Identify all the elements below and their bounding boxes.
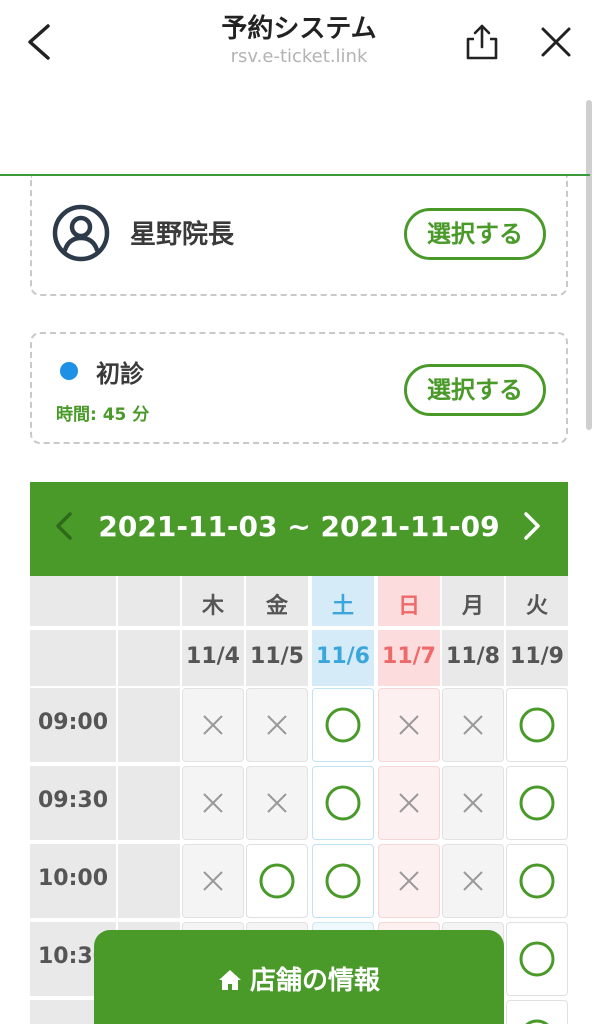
- unavailable-slot: [442, 688, 504, 762]
- home-icon: [218, 970, 241, 990]
- available-slot[interactable]: [246, 844, 308, 918]
- browser-top-bar: 予約システム rsv.e-ticket.link: [0, 0, 598, 84]
- unavailable-cross-icon: [247, 767, 307, 839]
- available-circle-icon: [313, 845, 373, 917]
- weekday-header: 土: [312, 576, 374, 626]
- scrollbar[interactable]: [586, 100, 592, 430]
- available-circle-icon: [507, 845, 567, 917]
- time-label: 09:30: [38, 788, 109, 813]
- available-slot[interactable]: [312, 766, 374, 840]
- menu-selection-card: 初診 時間: 45 分 選択する: [30, 332, 568, 444]
- date-header: 11/5: [246, 630, 308, 686]
- date-label: 11/8: [446, 644, 500, 669]
- unavailable-slot: [182, 844, 244, 918]
- weekday-label: 土: [331, 594, 354, 619]
- unavailable-slot: [246, 766, 308, 840]
- available-circle-icon: [313, 767, 373, 839]
- available-slot[interactable]: [506, 844, 568, 918]
- weekday-label: 金: [265, 594, 288, 619]
- available-circle-icon: [247, 845, 307, 917]
- weekday-header: 日: [378, 576, 440, 626]
- calendar-week-header: 2021-11-03 ~ 2021-11-09: [30, 482, 568, 576]
- unavailable-cross-icon: [379, 689, 439, 761]
- store-info-button[interactable]: 店舗の情報: [94, 930, 504, 1024]
- grid-corner-cell: [30, 630, 116, 686]
- menu-duration: 時間: 45 分: [56, 405, 150, 425]
- date-header: 11/6: [312, 630, 374, 686]
- available-circle-icon: [507, 1001, 567, 1024]
- weekday-label: 火: [525, 594, 548, 619]
- grid-corner-cell: [118, 576, 180, 626]
- unavailable-cross-icon: [183, 689, 243, 761]
- close-icon[interactable]: [538, 24, 574, 60]
- time-spacer-cell: [118, 688, 180, 762]
- unavailable-slot: [378, 766, 440, 840]
- unavailable-cross-icon: [379, 845, 439, 917]
- time-label-cell: 10:00: [30, 844, 116, 918]
- next-week-icon[interactable]: [520, 506, 546, 546]
- date-label: 11/9: [510, 644, 564, 669]
- weekday-header: 木: [182, 576, 244, 626]
- time-label: 09:00: [38, 710, 109, 735]
- available-circle-icon: [313, 689, 373, 761]
- date-header: 11/8: [442, 630, 504, 686]
- time-label: 10:00: [38, 866, 109, 891]
- weekday-label: 木: [201, 594, 224, 619]
- share-icon[interactable]: [462, 22, 502, 62]
- unavailable-slot: [378, 688, 440, 762]
- unavailable-cross-icon: [379, 767, 439, 839]
- unavailable-slot: [182, 688, 244, 762]
- available-slot[interactable]: [506, 1000, 568, 1024]
- available-slot[interactable]: [506, 688, 568, 762]
- grid-corner-cell: [30, 576, 116, 626]
- select-menu-button[interactable]: 選択する: [404, 364, 546, 416]
- store-info-label: 店舗の情報: [249, 966, 380, 996]
- unavailable-slot: [442, 766, 504, 840]
- weekday-label: 月: [461, 594, 484, 619]
- unavailable-cross-icon: [443, 845, 503, 917]
- date-label: 11/5: [250, 644, 304, 669]
- menu-color-dot: [60, 362, 78, 380]
- date-header: 11/7: [378, 630, 440, 686]
- date-label: 11/6: [316, 644, 370, 669]
- date-header: 11/9: [506, 630, 568, 686]
- page-title: 予約システム: [221, 14, 377, 44]
- page-url: rsv.e-ticket.link: [230, 46, 368, 67]
- unavailable-cross-icon: [183, 845, 243, 917]
- date-label: 11/4: [186, 644, 240, 669]
- available-slot[interactable]: [312, 688, 374, 762]
- weekday-header: 火: [506, 576, 568, 626]
- unavailable-cross-icon: [443, 689, 503, 761]
- available-circle-icon: [507, 923, 567, 995]
- available-circle-icon: [507, 767, 567, 839]
- date-header: 11/4: [182, 630, 244, 686]
- time-label-cell: 09:30: [30, 766, 116, 840]
- available-slot[interactable]: [506, 922, 568, 996]
- weekday-label: 日: [397, 594, 420, 619]
- unavailable-slot: [182, 766, 244, 840]
- date-label: 11/7: [382, 644, 436, 669]
- time-spacer-cell: [118, 766, 180, 840]
- user-avatar-icon: [52, 204, 110, 262]
- time-label-cell: 09:00: [30, 688, 116, 762]
- unavailable-slot: [378, 844, 440, 918]
- menu-name: 初診: [96, 360, 144, 388]
- time-spacer-cell: [118, 844, 180, 918]
- select-staff-button[interactable]: 選択する: [404, 208, 546, 260]
- unavailable-cross-icon: [443, 767, 503, 839]
- available-slot[interactable]: [506, 766, 568, 840]
- staff-selection-card: 星野院長 選択する: [30, 176, 568, 296]
- staff-name: 星野院長: [130, 220, 235, 250]
- unavailable-slot: [246, 688, 308, 762]
- available-slot[interactable]: [312, 844, 374, 918]
- weekday-header: 金: [246, 576, 308, 626]
- unavailable-cross-icon: [247, 689, 307, 761]
- unavailable-cross-icon: [183, 767, 243, 839]
- grid-corner-cell: [118, 630, 180, 686]
- available-circle-icon: [507, 689, 567, 761]
- unavailable-slot: [442, 844, 504, 918]
- weekday-header: 月: [442, 576, 504, 626]
- week-range: 2021-11-03 ~ 2021-11-09: [98, 510, 500, 543]
